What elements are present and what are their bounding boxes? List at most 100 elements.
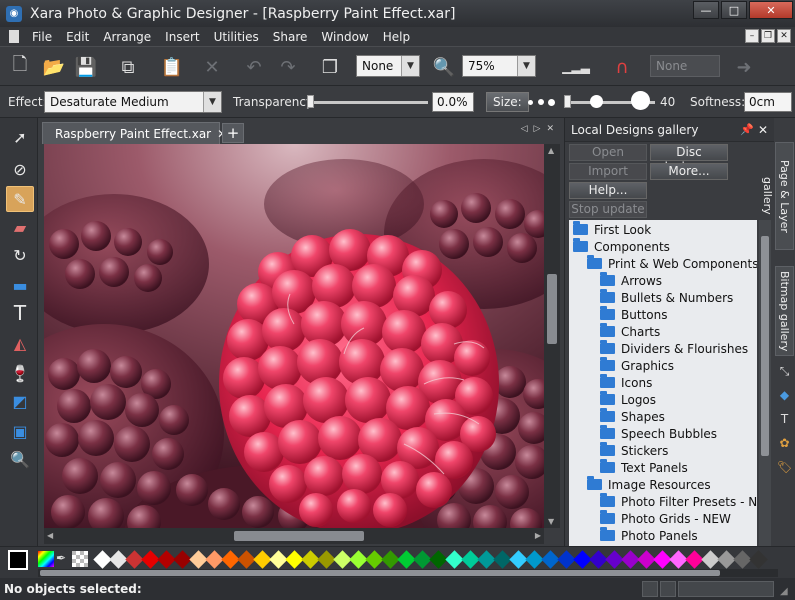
- zoom-tool-icon[interactable]: 🔍: [6, 446, 34, 472]
- text-tool-icon[interactable]: T: [6, 300, 34, 326]
- tree-item-photo-grids[interactable]: Photo Grids - NEW: [600, 510, 731, 527]
- help-button[interactable]: Help...: [569, 182, 647, 199]
- pin-icon[interactable]: 📌: [740, 123, 754, 136]
- menu-share[interactable]: Share: [266, 30, 315, 44]
- fill-tool-icon[interactable]: ◭: [6, 330, 34, 356]
- tree-item-speech-bubbles[interactable]: Speech Bubbles: [600, 425, 717, 442]
- tree-item-image-resources[interactable]: Image Resources: [587, 476, 711, 493]
- size-slider-thumb[interactable]: [564, 95, 571, 108]
- fonts-icon[interactable]: T: [776, 412, 793, 429]
- menu-window[interactable]: Window: [314, 30, 375, 44]
- undo-icon[interactable]: ↶: [240, 53, 268, 81]
- tree-item-bullets-numbers[interactable]: Bullets & Numbers: [600, 289, 733, 306]
- snap-slider-icon[interactable]: ▁▂▃: [556, 53, 596, 81]
- no-colour-swatch[interactable]: [72, 551, 88, 567]
- close-button[interactable]: ✕: [749, 1, 793, 19]
- paste-icon[interactable]: 📋: [158, 53, 186, 81]
- tree-item-print-web-components[interactable]: Print & Web Components: [587, 255, 757, 272]
- tree-item-shapes[interactable]: Shapes: [600, 408, 665, 425]
- doc-close-button[interactable]: ✕: [777, 29, 791, 43]
- palette-swatch[interactable]: [749, 550, 768, 569]
- current-colour-swatch[interactable]: [8, 550, 28, 570]
- menu-help[interactable]: Help: [376, 30, 417, 44]
- bevel-tool-icon[interactable]: ▣: [6, 418, 34, 444]
- maximize-button[interactable]: □: [721, 1, 747, 19]
- colour-icon[interactable]: ✿: [776, 436, 793, 453]
- tree-item-dividers-flourishes[interactable]: Dividers & Flourishes: [600, 340, 748, 357]
- tree-item-photo-panels[interactable]: Photo Panels: [600, 527, 698, 544]
- stop-update-button[interactable]: Stop update: [569, 201, 647, 218]
- size-button[interactable]: Size:: [486, 92, 529, 112]
- arrow-right-icon[interactable]: ➜: [730, 53, 758, 81]
- transparency-slider-thumb[interactable]: [307, 95, 314, 108]
- scroll-right-icon[interactable]: ▶: [535, 531, 541, 540]
- transparency-tool-icon[interactable]: 🍷: [6, 360, 34, 386]
- new-document-icon[interactable]: 🗋: [6, 53, 34, 81]
- scroll-left-icon[interactable]: ◀: [47, 531, 53, 540]
- brush-tool-icon[interactable]: ⊘: [6, 156, 34, 182]
- size-preset-3[interactable]: [548, 99, 555, 106]
- tree-item-first-look[interactable]: First Look: [573, 221, 651, 238]
- gallery-close-icon[interactable]: ✕: [758, 123, 768, 137]
- tree-item-graphics[interactable]: Graphics: [600, 357, 674, 374]
- palette-scroll-thumb[interactable]: [40, 570, 720, 576]
- new-tab-button[interactable]: +: [222, 123, 244, 143]
- menu-utilities[interactable]: Utilities: [207, 30, 266, 44]
- bitmap-gallery-tab[interactable]: Bitmap gallery: [775, 266, 794, 356]
- menu-edit[interactable]: Edit: [59, 30, 96, 44]
- transform-icon[interactable]: ⤡: [776, 364, 793, 381]
- delete-icon[interactable]: ✕: [198, 53, 226, 81]
- shape-editor-tool-icon[interactable]: ↻: [6, 242, 34, 268]
- more-button[interactable]: More...: [650, 163, 728, 180]
- softness-field[interactable]: 0cm: [744, 92, 792, 112]
- redo-icon[interactable]: ↷: [274, 53, 302, 81]
- size-preset-2[interactable]: [538, 99, 544, 105]
- gallery-scroll-thumb[interactable]: [761, 236, 769, 456]
- gallery-scrollbar[interactable]: [759, 220, 771, 547]
- vertical-scroll-thumb[interactable]: [547, 274, 557, 344]
- zoom-dropdown[interactable]: 75% ▼: [462, 55, 536, 77]
- size-preset-5[interactable]: [631, 91, 650, 110]
- tree-item-photo-filter-presets[interactable]: Photo Filter Presets - NEW: [600, 493, 757, 510]
- scroll-up-icon[interactable]: ▲: [548, 146, 554, 155]
- tree-item-text-panels[interactable]: Text Panels: [600, 459, 688, 476]
- scroll-down-icon[interactable]: ▼: [548, 517, 554, 526]
- save-icon[interactable]: 💾: [72, 53, 100, 81]
- status-icon-2[interactable]: [660, 581, 676, 597]
- tab-next-icon[interactable]: ▷: [534, 124, 541, 134]
- quality-dropdown[interactable]: None ▼: [356, 55, 420, 77]
- document-canvas[interactable]: [44, 144, 544, 528]
- tree-item-stickers[interactable]: Stickers: [600, 442, 668, 459]
- import-button[interactable]: Import: [569, 163, 647, 180]
- page-layer-gallery-tab[interactable]: Page & Layer gallery: [761, 142, 794, 250]
- size-preset-4[interactable]: [590, 95, 603, 108]
- tree-item-components[interactable]: Components: [573, 238, 670, 255]
- rectangle-tool-icon[interactable]: ▬: [6, 272, 34, 298]
- status-icon-1[interactable]: [642, 581, 658, 597]
- zoom-icon[interactable]: 🔍: [430, 53, 458, 81]
- menu-arrange[interactable]: Arrange: [96, 30, 158, 44]
- horizontal-scrollbar[interactable]: ◀ ▶: [44, 528, 544, 544]
- doc-minimize-button[interactable]: –: [745, 29, 759, 43]
- vertical-scrollbar[interactable]: ▲ ▼: [544, 144, 560, 528]
- eraser-tool-icon[interactable]: ▰: [6, 214, 34, 240]
- copy-icon[interactable]: ⧉: [114, 53, 142, 81]
- tree-item-buttons[interactable]: Buttons: [600, 306, 667, 323]
- duplicate-icon[interactable]: ❐: [316, 53, 344, 81]
- effect-dropdown[interactable]: Desaturate Medium ▼: [44, 91, 222, 113]
- transparency-slider-track[interactable]: [310, 101, 428, 104]
- minimize-button[interactable]: —: [693, 1, 719, 19]
- menu-insert[interactable]: Insert: [158, 30, 206, 44]
- transparency-field[interactable]: 0.0%: [432, 92, 474, 112]
- horizontal-scroll-thumb[interactable]: [234, 531, 364, 541]
- palette-scrollbar[interactable]: [38, 569, 778, 577]
- disc-designs-button[interactable]: Disc designs...: [650, 144, 728, 174]
- doc-restore-button[interactable]: ❐: [761, 29, 775, 43]
- tab-close-icon[interactable]: ✕: [546, 124, 554, 134]
- size-preset-1[interactable]: [528, 100, 533, 105]
- colour-editor-icon[interactable]: [38, 551, 54, 567]
- resize-grip-icon[interactable]: ◢: [780, 586, 792, 598]
- menu-file[interactable]: File: [25, 30, 59, 44]
- tree-item-arrows[interactable]: Arrows: [600, 272, 662, 289]
- tree-item-charts[interactable]: Charts: [600, 323, 660, 340]
